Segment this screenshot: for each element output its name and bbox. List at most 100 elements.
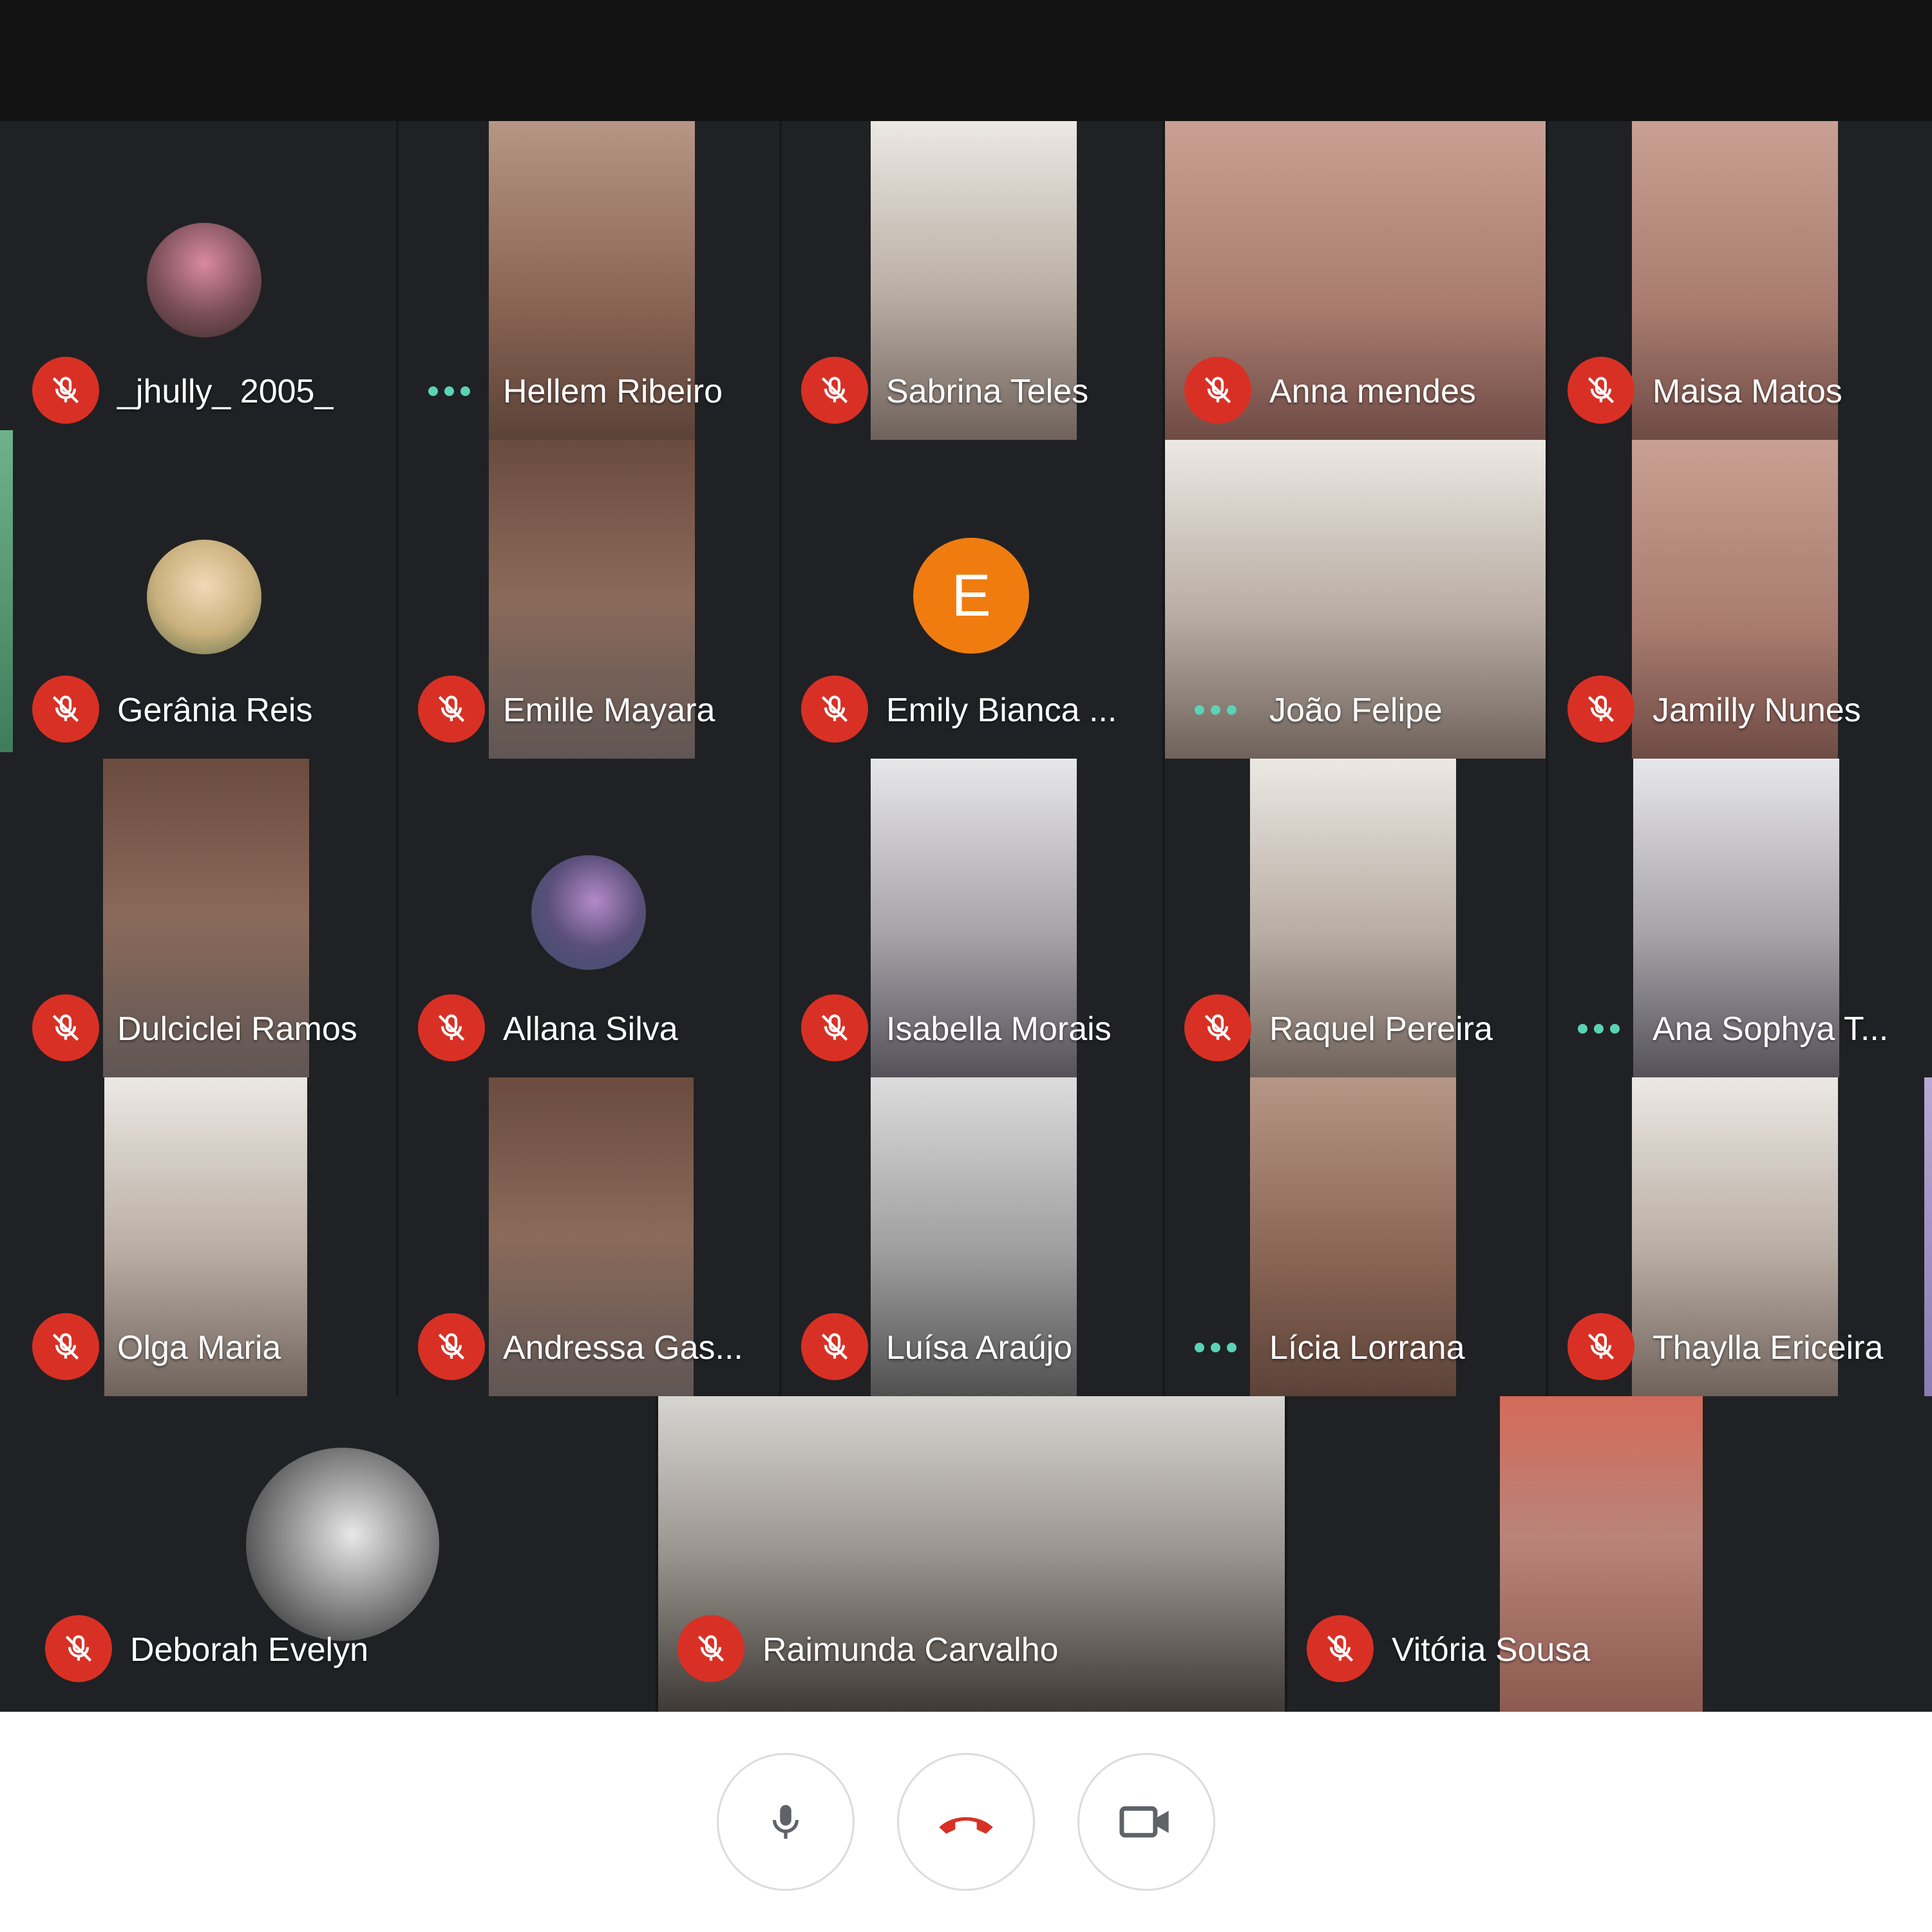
participant-name: Emily Bianca ... [886,692,1117,729]
mic-off-icon [52,1333,79,1360]
participant-tile[interactable]: Sabrina Teles [779,121,1162,440]
participant-tile[interactable]: Emille Mayara [396,440,779,759]
edge-tile [0,430,13,752]
muted-mic-badge [32,676,99,743]
participant-name: Jamilly Nunes [1653,692,1861,729]
muted-mic-badge [418,676,485,743]
mic-off-icon [438,696,465,723]
muted-mic-badge [1567,676,1634,743]
participant-avatar [147,223,261,337]
participant-name: Thaylla Ericeira [1653,1329,1884,1367]
participant-tile[interactable]: Deborah Evelyn [0,1396,656,1712]
participant-tile[interactable]: Dulciclei Ramos [0,759,396,1077]
participant-tile[interactable]: Raimunda Carvalho [656,1396,1285,1712]
mic-off-icon [1587,696,1615,723]
participant-tile[interactable]: Lícia Lorrana [1162,1077,1546,1396]
participant-name: Allana Silva [503,1010,678,1048]
letter-avatar: E [913,538,1029,654]
speaking-indicator [1578,1024,1620,1034]
muted-mic-badge [677,1615,744,1682]
participant-name: Raimunda Carvalho [762,1631,1059,1669]
speaking-indicator [1195,1343,1236,1352]
hangup-button[interactable] [897,1753,1035,1891]
hangup-icon [939,1817,993,1834]
participant-tile[interactable]: Isabella Morais [779,759,1162,1077]
participant-grid: _jhully_ 2005_ Hellem Ribeiro Sabrina Te… [0,121,1932,1712]
muted-mic-badge [32,357,99,424]
participant-name: Vitória Sousa [1392,1631,1591,1669]
participant-tile[interactable]: _jhully_ 2005_ [13,121,396,440]
muted-mic-badge [1567,357,1634,424]
muted-mic-badge [45,1615,112,1682]
muted-mic-badge [32,1313,99,1380]
muted-mic-badge [418,994,485,1061]
participant-name: Deborah Evelyn [130,1631,368,1669]
mic-off-icon [1587,377,1615,404]
mic-off-icon [1204,377,1231,404]
participant-avatar [531,855,646,970]
participant-tile[interactable]: Allana Silva [396,759,779,1077]
mic-off-icon [438,1014,465,1041]
participant-tile[interactable]: Jamilly Nunes [1546,440,1932,759]
participant-name: Anna mendes [1269,373,1476,410]
participant-name: Ana Sophya T... [1653,1010,1889,1048]
mic-off-icon [821,696,848,723]
mic-off-icon [821,1333,848,1360]
edge-tile [1924,1077,1932,1396]
muted-mic-badge [1184,357,1251,424]
participant-name: Isabella Morais [886,1010,1112,1048]
participant-name: Lícia Lorrana [1269,1329,1465,1367]
participant-avatar [246,1448,439,1641]
participant-name: Luísa Araújo [886,1329,1073,1367]
participant-name: João Felipe [1269,692,1443,729]
participant-name: Maisa Matos [1653,373,1842,410]
mic-off-icon [52,696,79,723]
participant-tile[interactable]: Andressa Gas... [396,1077,779,1396]
participant-name: Dulciclei Ramos [117,1010,357,1048]
muted-mic-badge [1307,1615,1374,1682]
mic-off-icon [1587,1333,1615,1360]
participant-tile[interactable]: Maisa Matos [1546,121,1932,440]
camera-icon [1119,1806,1169,1838]
participant-name: Hellem Ribeiro [503,373,723,410]
participant-tile[interactable]: Raquel Pereira [1162,759,1546,1077]
muted-mic-badge [801,357,868,424]
muted-mic-badge [418,1313,485,1380]
participant-name: Raquel Pereira [1269,1010,1493,1048]
participant-tile[interactable]: Thaylla Ericeira [1546,1077,1924,1396]
participant-tile[interactable]: E Emily Bianca ... [779,440,1162,759]
muted-mic-badge [801,676,868,743]
participant-name: Andressa Gas... [503,1329,743,1367]
mic-off-icon [697,1635,724,1662]
call-controls [0,1712,1932,1932]
participant-name: Sabrina Teles [886,373,1089,410]
participant-tile[interactable]: João Felipe [1162,440,1546,759]
camera-button[interactable] [1077,1753,1215,1891]
participant-name: Gerânia Reis [117,692,313,729]
speaking-indicator [1195,705,1236,715]
participant-tile[interactable]: Ana Sophya T... [1546,759,1924,1077]
participant-tile[interactable]: Luísa Araújo [779,1077,1162,1396]
participant-tile[interactable]: Vitória Sousa [1285,1396,1924,1712]
mic-off-icon [1204,1014,1231,1041]
participant-name: Olga Maria [117,1329,281,1367]
microphone-button[interactable] [717,1753,855,1891]
participant-avatar [147,540,261,654]
muted-mic-badge [32,994,99,1061]
participant-tile[interactable]: Gerânia Reis [13,440,396,759]
mic-off-icon [438,1333,465,1360]
speaking-indicator [428,386,470,396]
participant-tile[interactable]: Hellem Ribeiro [396,121,779,440]
mic-off-icon [821,1014,848,1041]
participant-tile[interactable]: Anna mendes [1162,121,1546,440]
participant-name: _jhully_ 2005_ [117,373,334,410]
mic-off-icon [52,377,79,404]
participant-tile[interactable]: Olga Maria [0,1077,396,1396]
participant-name: Emille Mayara [503,692,715,729]
muted-mic-badge [801,994,868,1061]
muted-mic-badge [1184,994,1251,1061]
top-bar [0,0,1932,121]
mic-off-icon [65,1635,92,1662]
mic-off-icon [1327,1635,1354,1662]
mic-off-icon [821,377,848,404]
